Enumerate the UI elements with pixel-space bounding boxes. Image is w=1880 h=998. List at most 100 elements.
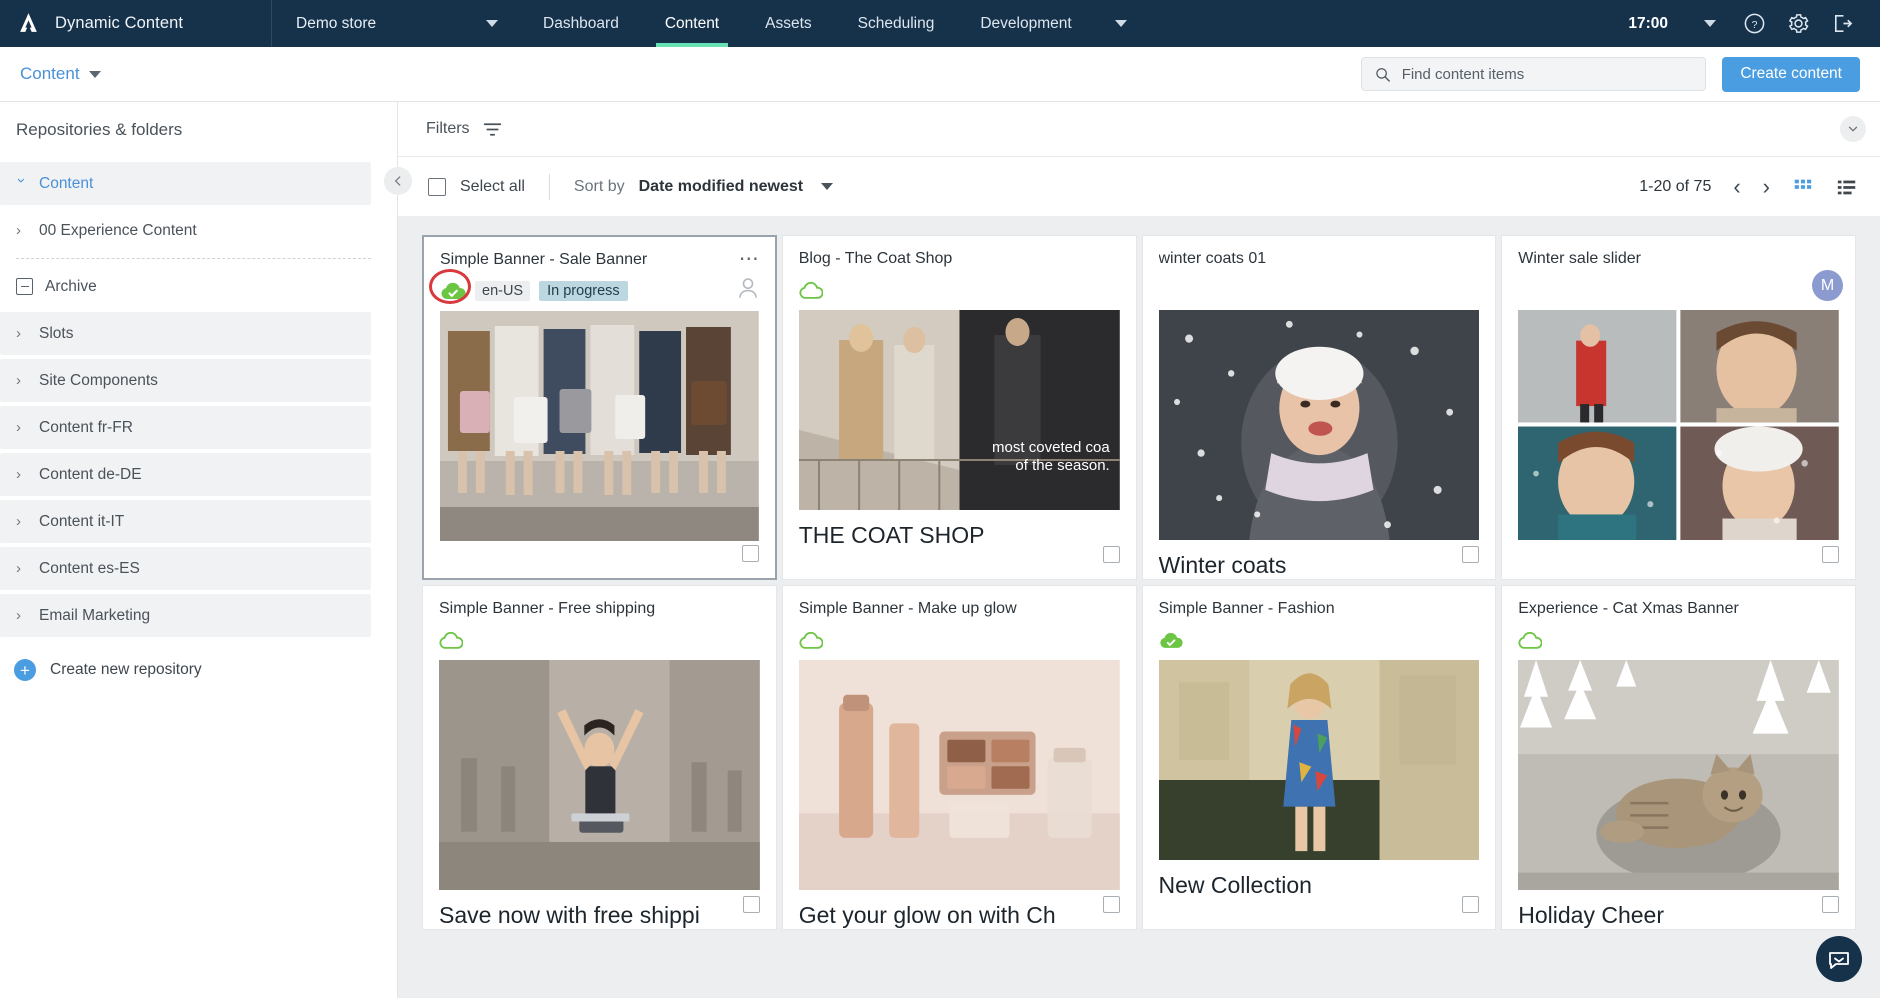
sidebar-item-label: Slots bbox=[39, 324, 74, 342]
main-panel: Filters Select all Sort by Date modified… bbox=[384, 102, 1880, 998]
chevron-right-icon: › bbox=[16, 607, 21, 624]
search-icon bbox=[1376, 67, 1391, 82]
card-meta: en-US In progress bbox=[440, 279, 759, 303]
sidebar-collapse-button[interactable] bbox=[384, 167, 412, 195]
sidebar-item-00-experience-content[interactable]: › 00 Experience Content bbox=[0, 209, 371, 252]
chevron-down-icon: › bbox=[13, 178, 30, 183]
sort-by-label: Sort by bbox=[573, 177, 625, 195]
card-title: Experience - Cat Xmas Banner bbox=[1518, 600, 1739, 617]
help-icon: ? bbox=[1744, 13, 1764, 34]
sort-by-value[interactable]: Date modified newest bbox=[639, 178, 803, 196]
sidebar-item-content[interactable]: › Content bbox=[0, 162, 371, 205]
sidebar-item-content-it-it[interactable]: › Content it-IT bbox=[0, 500, 371, 543]
sidebar-item-label: Site Components bbox=[39, 371, 158, 389]
card-title: Simple Banner - Make up glow bbox=[798, 600, 1017, 617]
sub-header-actions: Create content bbox=[1361, 56, 1880, 92]
clock-time: 17:00 bbox=[1628, 14, 1668, 32]
sidebar-item-slots[interactable]: › Slots bbox=[0, 312, 371, 355]
list-view-button[interactable] bbox=[1836, 176, 1858, 198]
chevron-right-icon: › bbox=[16, 513, 21, 530]
top-navigation-bar: Dynamic Content Demo store Dashboard Con… bbox=[0, 0, 1880, 47]
chevron-left-icon bbox=[394, 176, 401, 186]
nav-overflow-button[interactable] bbox=[1095, 0, 1147, 47]
content-card[interactable]: Simple Banner - Fashion New Collection bbox=[1141, 585, 1497, 930]
panel-expand-button[interactable] bbox=[1840, 116, 1866, 142]
content-card-grid: Simple Banner - Sale Banner ⋯ en-US In p… bbox=[422, 235, 1856, 930]
logout-button[interactable] bbox=[1820, 0, 1864, 47]
sidebar-item-content-de-de[interactable]: › Content de-DE bbox=[0, 453, 371, 496]
sidebar-item-site-components[interactable]: › Site Components bbox=[0, 359, 371, 402]
plus-icon: + bbox=[14, 659, 36, 681]
previous-page-button[interactable]: ‹ bbox=[1733, 175, 1740, 198]
chevron-right-icon: › bbox=[16, 372, 21, 389]
brand-area[interactable]: Dynamic Content bbox=[0, 0, 272, 47]
content-card[interactable]: winter coats 01 Winter coats bbox=[1141, 235, 1497, 580]
chevron-right-icon: › bbox=[16, 560, 21, 577]
chevron-down-icon bbox=[486, 20, 498, 27]
amplience-logo-icon bbox=[16, 11, 41, 36]
svg-text:?: ? bbox=[1751, 19, 1757, 31]
card-meta bbox=[439, 628, 760, 652]
card-select-checkbox[interactable] bbox=[741, 545, 759, 562]
archive-icon bbox=[16, 278, 33, 295]
card-select-checkbox[interactable] bbox=[1822, 896, 1839, 913]
sidebar-item-content-fr-fr[interactable]: › Content fr-FR bbox=[0, 406, 371, 449]
card-thumbnail bbox=[1158, 660, 1480, 860]
card-options-button[interactable]: ⋯ bbox=[739, 249, 761, 269]
content-card[interactable]: Winter sale slider M bbox=[1501, 235, 1856, 580]
create-content-button[interactable]: Create content bbox=[1722, 56, 1860, 92]
chat-support-button[interactable] bbox=[1816, 936, 1862, 982]
sidebar-item-label: Content it-IT bbox=[39, 512, 125, 530]
search-box[interactable] bbox=[1361, 57, 1707, 91]
card-caption: Holiday Cheer bbox=[1518, 902, 1664, 928]
next-page-button[interactable]: › bbox=[1763, 175, 1770, 198]
pagination-group: 1-20 of 75 ‹ › bbox=[1639, 175, 1858, 198]
chevron-right-icon: › bbox=[16, 222, 21, 239]
card-meta bbox=[1518, 628, 1839, 652]
breadcrumb[interactable]: Content bbox=[0, 64, 101, 84]
content-card[interactable]: Experience - Cat Xmas Banner Holiday Che… bbox=[1501, 585, 1856, 930]
filters-bar[interactable]: Filters bbox=[398, 102, 1880, 157]
card-select-checkbox[interactable] bbox=[1102, 896, 1120, 913]
card-select-checkbox[interactable] bbox=[1462, 546, 1480, 563]
tab-scheduling[interactable]: Scheduling bbox=[835, 0, 958, 47]
store-selector[interactable]: Demo store bbox=[272, 0, 520, 47]
sidebar-item-email-marketing[interactable]: › Email Marketing bbox=[0, 594, 371, 637]
content-card[interactable]: Simple Banner - Make up glow Get your gl… bbox=[781, 585, 1137, 930]
nav-tabs: Dashboard Content Assets Scheduling Deve… bbox=[520, 0, 1147, 47]
published-cloud-icon bbox=[799, 279, 825, 301]
tab-content[interactable]: Content bbox=[642, 0, 742, 47]
card-select-checkbox[interactable] bbox=[742, 896, 760, 913]
sidebar-item-content-es-es[interactable]: › Content es-ES bbox=[0, 547, 371, 590]
content-card[interactable]: Simple Banner - Sale Banner ⋯ en-US In p… bbox=[422, 235, 777, 580]
create-new-repository-button[interactable]: + Create new repository bbox=[0, 641, 397, 681]
card-select-checkbox[interactable] bbox=[1462, 896, 1480, 913]
list-view-icon bbox=[1837, 180, 1856, 194]
card-select-checkbox[interactable] bbox=[1822, 546, 1839, 563]
breadcrumb-label: Content bbox=[20, 64, 80, 83]
tab-dashboard[interactable]: Dashboard bbox=[520, 0, 642, 47]
timezone-dropdown-button[interactable] bbox=[1688, 0, 1732, 47]
tab-assets[interactable]: Assets bbox=[742, 0, 835, 47]
search-input[interactable] bbox=[1401, 65, 1694, 83]
content-card[interactable]: Blog - The Coat Shop most coveted coa of… bbox=[781, 235, 1137, 580]
help-button[interactable]: ? bbox=[1732, 0, 1776, 47]
content-toolbar: Select all Sort by Date modified newest … bbox=[384, 157, 1880, 217]
brand-name: Dynamic Content bbox=[55, 14, 184, 32]
content-card[interactable]: Simple Banner - Free shipping Save now w… bbox=[422, 585, 777, 930]
toolbar-divider bbox=[548, 173, 550, 200]
tab-development[interactable]: Development bbox=[957, 0, 1094, 47]
card-caption: New Collection bbox=[1158, 872, 1312, 898]
content-grid-area: Simple Banner - Sale Banner ⋯ en-US In p… bbox=[398, 217, 1880, 998]
chevron-down-icon[interactable] bbox=[821, 183, 834, 190]
chevron-down-icon bbox=[1848, 126, 1858, 132]
card-caption: Winter coats bbox=[1158, 552, 1287, 578]
chevron-down-icon bbox=[1114, 20, 1127, 27]
select-all-checkbox[interactable] bbox=[428, 177, 446, 196]
settings-button[interactable] bbox=[1776, 0, 1820, 47]
card-select-checkbox[interactable] bbox=[1102, 546, 1120, 563]
chevron-down-icon bbox=[88, 70, 101, 78]
grid-view-button[interactable] bbox=[1792, 176, 1814, 198]
sidebar-item-label: Email Marketing bbox=[39, 606, 151, 624]
sidebar-item-archive[interactable]: Archive bbox=[0, 265, 371, 308]
